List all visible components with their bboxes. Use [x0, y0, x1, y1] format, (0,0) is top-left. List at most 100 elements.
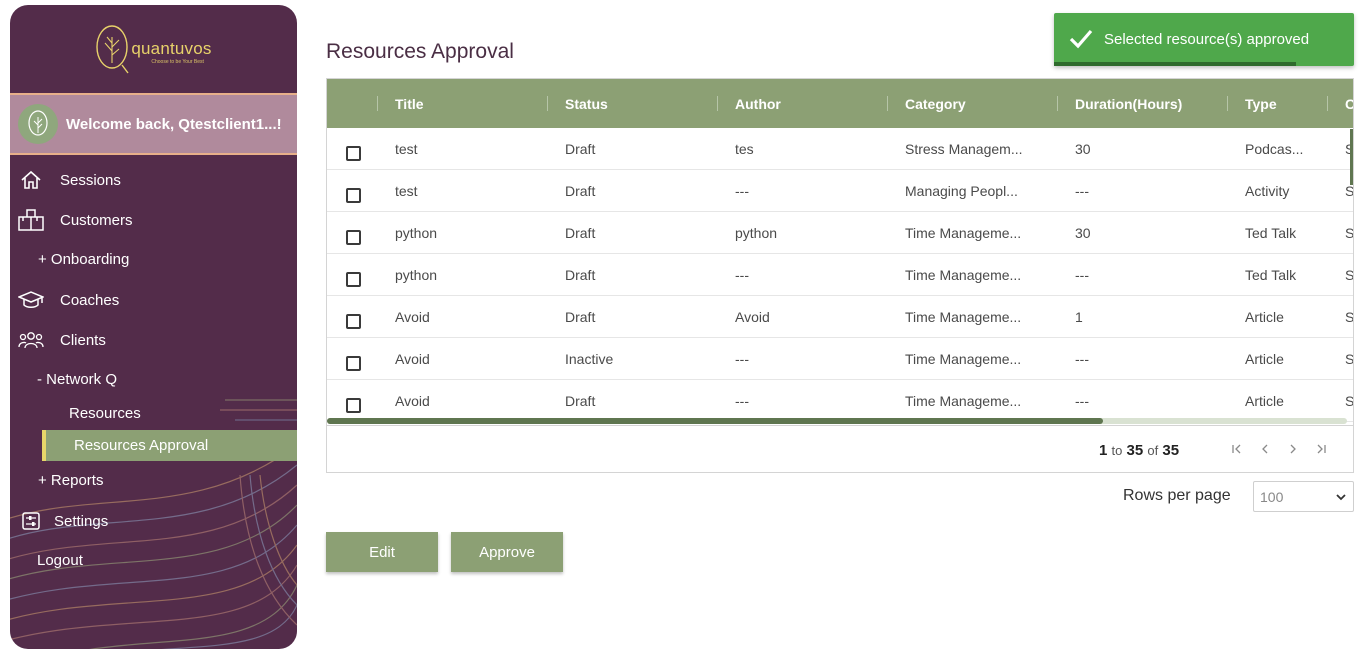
- avatar[interactable]: [18, 104, 58, 144]
- cell-truncated: S: [1345, 212, 1353, 254]
- cell-status: Draft: [565, 183, 596, 199]
- table-row[interactable]: Avoid Inactive --- Time Manageme... --- Artic…: [327, 338, 1353, 380]
- cell-duration: ---: [1075, 183, 1089, 199]
- cell-duration: ---: [1075, 393, 1089, 409]
- cell-type: Article: [1245, 309, 1284, 325]
- column-separator: [1327, 96, 1328, 111]
- cell-author: ---: [735, 267, 749, 283]
- column-separator: [717, 96, 718, 111]
- cell-author: python: [735, 225, 778, 241]
- column-separator: [887, 96, 888, 111]
- cell-duration: 30: [1075, 225, 1091, 241]
- column-separator: [547, 96, 548, 111]
- row-checkbox[interactable]: [346, 230, 361, 245]
- column-separator: [1227, 96, 1228, 111]
- sidebar-item-label: Resources Approval: [74, 437, 209, 454]
- column-header-category[interactable]: Category: [905, 79, 966, 128]
- toast-message: Selected resource(s) approved: [1104, 31, 1310, 48]
- cell-author: ---: [735, 183, 749, 199]
- pagination-bar: 1 to 35 of 35: [327, 425, 1353, 472]
- cell-author: ---: [735, 393, 749, 409]
- sidebar-item-logout[interactable]: Logout: [37, 552, 83, 569]
- sidebar-item-network-q[interactable]: - Network Q: [37, 371, 117, 388]
- cell-duration: ---: [1075, 267, 1089, 283]
- sidebar-item-label: Sessions: [60, 171, 121, 189]
- cell-type: Podcas...: [1245, 141, 1304, 157]
- table-row[interactable]: python Draft --- Time Manageme... --- Ted Tal…: [327, 254, 1353, 296]
- sidebar-item-label: Customers: [60, 211, 133, 229]
- column-header-status[interactable]: Status: [565, 79, 608, 128]
- success-toast[interactable]: Selected resource(s) approved: [1054, 13, 1354, 66]
- sidebar-item-onboarding[interactable]: + Onboarding: [38, 251, 129, 268]
- last-page-icon[interactable]: [1310, 438, 1332, 460]
- sidebar-item-resources-approval[interactable]: Resources Approval: [42, 430, 297, 461]
- sidebar-item-label: Clients: [60, 331, 106, 349]
- chevron-down-icon: [1336, 494, 1346, 501]
- graduation-cap-icon: [18, 289, 44, 311]
- sidebar-item-sessions[interactable]: Sessions: [10, 165, 297, 195]
- sidebar: quantuvos Choose to be Your Best Welcome…: [10, 5, 297, 649]
- row-checkbox[interactable]: [346, 314, 361, 329]
- cell-duration: ---: [1075, 351, 1089, 367]
- row-checkbox[interactable]: [346, 398, 361, 413]
- cell-category: Time Manageme...: [905, 225, 1022, 241]
- cell-title: Avoid: [395, 351, 430, 367]
- cell-type: Ted Talk: [1245, 225, 1297, 241]
- cell-duration: 30: [1075, 141, 1091, 157]
- vertical-scrollbar-thumb[interactable]: [1350, 129, 1353, 185]
- row-checkbox[interactable]: [346, 188, 361, 203]
- approve-button[interactable]: Approve: [451, 532, 563, 572]
- row-checkbox[interactable]: [346, 272, 361, 287]
- page-of-word: of: [1147, 443, 1159, 458]
- cell-category: Time Manageme...: [905, 309, 1022, 325]
- cell-status: Draft: [565, 309, 596, 325]
- horizontal-scrollbar-thumb[interactable]: [327, 418, 1103, 424]
- page-from: 1: [1099, 442, 1108, 459]
- column-header-duration[interactable]: Duration(Hours): [1075, 79, 1182, 128]
- row-checkbox[interactable]: [346, 146, 361, 161]
- resources-table: Title Status Author Category Duration(Ho…: [326, 78, 1354, 473]
- checkmark-icon: [1069, 29, 1093, 49]
- cell-title: test: [395, 141, 418, 157]
- edit-button[interactable]: Edit: [326, 532, 438, 572]
- column-header-truncated[interactable]: C: [1345, 79, 1353, 128]
- logo[interactable]: quantuvos Choose to be Your Best: [10, 5, 297, 93]
- table-row[interactable]: test Draft tes Stress Managem... 30 Podcas...…: [327, 128, 1353, 170]
- sidebar-item-customers[interactable]: Customers: [10, 205, 297, 235]
- cell-category: Managing Peopl...: [905, 183, 1018, 199]
- table-row[interactable]: Avoid Draft Avoid Time Manageme... 1 Article S: [327, 296, 1353, 338]
- previous-page-icon[interactable]: [1254, 438, 1276, 460]
- table-row[interactable]: test Draft --- Managing Peopl... --- Activity…: [327, 170, 1353, 212]
- sidebar-item-reports[interactable]: + Reports: [38, 472, 103, 489]
- table-row[interactable]: Avoid Draft --- Time Manageme... --- Article S: [327, 380, 1353, 422]
- cell-status: Inactive: [565, 351, 614, 367]
- cell-status: Draft: [565, 267, 596, 283]
- cell-title: python: [395, 267, 438, 283]
- cell-status: Draft: [565, 225, 596, 241]
- cell-type: Article: [1245, 351, 1284, 367]
- row-checkbox[interactable]: [346, 356, 361, 371]
- cell-category: Time Manageme...: [905, 351, 1022, 367]
- column-header-title[interactable]: Title: [395, 79, 424, 128]
- column-separator: [377, 96, 378, 111]
- sidebar-item-resources[interactable]: Resources: [69, 405, 141, 422]
- home-icon: [18, 169, 44, 191]
- first-page-icon[interactable]: [1226, 438, 1248, 460]
- column-header-author[interactable]: Author: [735, 79, 781, 128]
- sidebar-item-clients[interactable]: Clients: [10, 325, 297, 355]
- cell-category: Time Manageme...: [905, 393, 1022, 409]
- table-row[interactable]: python Draft python Time Manageme... 30 Ted T…: [327, 212, 1353, 254]
- column-header-type[interactable]: Type: [1245, 79, 1277, 128]
- toast-progress-bar: [1054, 62, 1296, 66]
- next-page-icon[interactable]: [1282, 438, 1304, 460]
- cell-truncated: S: [1345, 254, 1353, 296]
- rows-per-page-select[interactable]: 100: [1253, 481, 1354, 512]
- sidebar-item-coaches[interactable]: Coaches: [10, 285, 297, 315]
- sidebar-item-label: Settings: [54, 512, 109, 530]
- cell-truncated: S: [1345, 380, 1353, 422]
- table-header: Title Status Author Category Duration(Ho…: [327, 79, 1353, 128]
- page-total: 35: [1162, 442, 1180, 459]
- sidebar-item-settings[interactable]: Settings: [10, 506, 297, 536]
- settings-icon: [18, 510, 44, 532]
- boxes-icon: [18, 209, 44, 231]
